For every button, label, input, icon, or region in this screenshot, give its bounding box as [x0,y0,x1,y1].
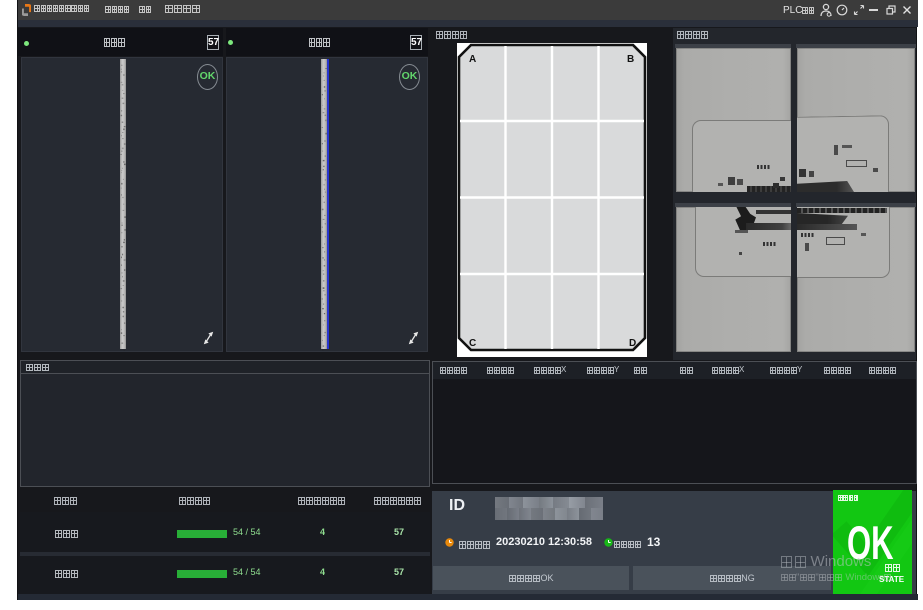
svg-text:D: D [629,338,636,349]
svg-text:C: C [469,338,476,349]
svg-text:A: A [469,54,476,65]
svg-text:B: B [627,54,634,65]
